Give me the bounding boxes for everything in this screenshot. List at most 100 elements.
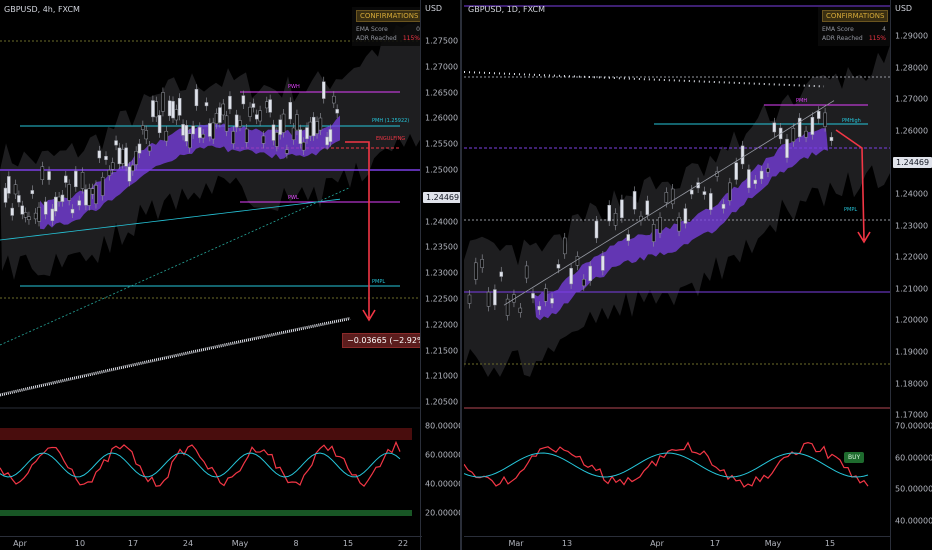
candle xyxy=(17,195,21,203)
current-price-tag: 1.24469 xyxy=(423,192,460,203)
candle xyxy=(47,171,51,181)
symbol-label[interactable]: GBPUSD, 4h, FXCM xyxy=(4,5,80,14)
candle xyxy=(255,114,259,120)
level-label-pmh: PMH (1.25922) xyxy=(372,118,410,124)
axis-tick-label: 1.25500 xyxy=(425,139,459,149)
time-axis-1d[interactable]: Mar 13 Apr 17 May 15 xyxy=(464,536,890,550)
symbol-label[interactable]: GBPUSD, 1D, FXCM xyxy=(468,5,545,14)
candle xyxy=(759,170,764,180)
candle xyxy=(281,113,286,133)
price-axis-1d[interactable]: USD 1.290001.280001.270001.260001.250001… xyxy=(890,0,932,550)
candle xyxy=(3,187,8,203)
time-tick-label: 15 xyxy=(342,539,354,548)
volatility-cloud xyxy=(0,21,422,280)
axis-tick-label: 1.22000 xyxy=(895,252,929,262)
ema-score-row: EMA Score 0 xyxy=(356,25,420,34)
time-tick-label: Mar xyxy=(508,539,524,548)
time-tick-label: 8 xyxy=(293,539,299,548)
oversold-zone xyxy=(0,510,412,516)
axis-tick-label: 1.26500 xyxy=(425,88,459,98)
candle xyxy=(601,255,605,271)
candle xyxy=(33,212,38,220)
candle xyxy=(177,98,182,116)
currency-label[interactable]: USD xyxy=(895,4,912,13)
candle xyxy=(721,203,726,209)
time-tick-label: 10 xyxy=(74,539,86,548)
candle xyxy=(301,141,306,151)
candle xyxy=(499,271,503,277)
time-tick-label: 17 xyxy=(709,539,721,548)
candle xyxy=(50,208,55,221)
time-tick-label: May xyxy=(231,539,249,548)
ema-score-label: EMA Score xyxy=(822,26,854,33)
overbought-zone xyxy=(0,428,412,440)
candle xyxy=(518,307,523,313)
candle xyxy=(27,216,31,221)
candle xyxy=(127,166,132,182)
candle xyxy=(261,135,266,144)
axis-tick-label: 1.22000 xyxy=(425,320,459,330)
candle xyxy=(144,130,148,140)
level-label-pwh: PWH xyxy=(288,84,300,90)
price-chart-4h[interactable] xyxy=(0,0,422,536)
candle xyxy=(288,102,292,120)
price-axis-4h[interactable]: USD 1.27500 1.27000 1.26500 1.26000 1.25500 1… xyxy=(420,0,460,550)
candle xyxy=(298,129,303,144)
candle xyxy=(325,136,329,146)
candle xyxy=(335,109,339,114)
axis-tick-label: 1.24000 xyxy=(895,189,929,199)
candle xyxy=(191,125,195,135)
axis-tick-label: 1.28000 xyxy=(895,63,929,73)
candle xyxy=(161,92,165,112)
candle xyxy=(537,305,542,311)
chart-pane-4h[interactable]: GBPUSD, 4h, FXCM CONFIRMATIONS EMA Score… xyxy=(0,0,462,550)
candle xyxy=(753,179,757,184)
axis-tick-label: 60.00000 xyxy=(425,450,462,460)
candle xyxy=(211,122,215,140)
candle xyxy=(275,132,279,147)
axis-tick-label: 1.24000 xyxy=(425,217,459,227)
currency-label[interactable]: USD xyxy=(425,4,442,13)
axis-tick-label: 40.00000 xyxy=(895,516,932,525)
candle xyxy=(221,103,225,116)
candle xyxy=(114,140,118,146)
candle xyxy=(785,138,789,158)
axis-tick-label: 1.21000 xyxy=(895,284,929,294)
candle xyxy=(124,147,128,167)
confirmations-title: CONFIRMATIONS xyxy=(356,10,423,22)
time-axis-4h[interactable]: Apr 10 17 24 May 8 15 22 xyxy=(0,536,422,550)
candle xyxy=(766,168,770,173)
candle xyxy=(829,136,834,142)
chart-pane-1d[interactable]: GBPUSD, 1D, FXCM CONFIRMATIONS EMA Score… xyxy=(464,0,932,550)
candle xyxy=(10,207,14,216)
moving-average-line xyxy=(464,71,825,88)
candle xyxy=(278,119,282,135)
candle xyxy=(57,196,61,202)
candle xyxy=(64,175,68,183)
axis-tick-label: 1.27000 xyxy=(425,62,459,72)
candle xyxy=(74,170,78,188)
candle xyxy=(171,101,175,119)
axis-tick-label: 80.00000 xyxy=(425,421,462,431)
candle xyxy=(690,189,694,195)
candle xyxy=(823,112,827,127)
candle xyxy=(184,125,189,142)
candle xyxy=(13,184,18,195)
candle xyxy=(110,162,115,170)
candle xyxy=(620,199,624,218)
candle xyxy=(308,121,313,137)
candle xyxy=(151,100,155,118)
candle xyxy=(117,147,122,165)
axis-tick-label: 1.19000 xyxy=(895,347,929,357)
ema-score-label: EMA Score xyxy=(356,26,388,33)
candle xyxy=(251,103,256,108)
candle xyxy=(238,120,242,127)
volatility-cloud xyxy=(464,45,890,377)
candle xyxy=(709,193,713,211)
candle xyxy=(224,115,229,132)
candle xyxy=(141,125,145,130)
level-label-pmpl: PMPL xyxy=(844,207,858,213)
price-chart-1d[interactable] xyxy=(464,0,890,536)
adr-reached-value: 115% xyxy=(402,35,420,42)
adr-reached-label: ADR Reached xyxy=(822,35,863,42)
